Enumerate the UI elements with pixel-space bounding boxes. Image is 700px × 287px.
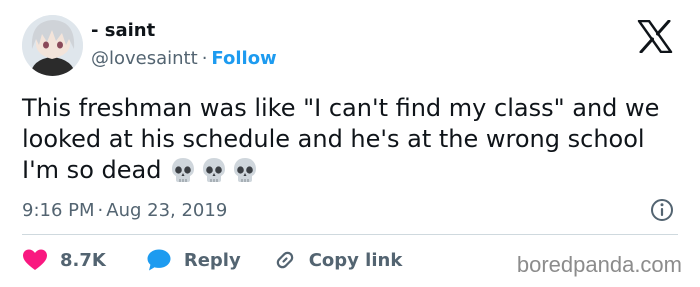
avatar[interactable]	[22, 15, 83, 76]
author-handle[interactable]: @lovesaintt	[91, 48, 198, 69]
tweet-date: Aug 23, 2019	[106, 200, 228, 221]
tweet-body: This freshman was like "I can't find my …	[22, 94, 660, 184]
divider	[22, 234, 678, 235]
author-handle-row: @lovesaintt · Follow	[91, 48, 277, 69]
action-bar: 8.7K Reply Copy link	[22, 245, 402, 275]
author-display-name[interactable]: - saint	[91, 20, 155, 41]
skull-emoji	[234, 158, 257, 182]
timestamp-separator: ·	[97, 200, 104, 221]
handle-separator: ·	[201, 48, 208, 69]
reply-label: Reply	[183, 249, 241, 271]
reply-bubble-icon	[147, 249, 171, 271]
copy-link-label: Copy link	[308, 249, 403, 271]
copy-link-button[interactable]: Copy link	[273, 248, 403, 272]
like-button[interactable]: 8.7K	[22, 248, 106, 272]
skull-emoji	[203, 158, 226, 182]
info-icon[interactable]	[650, 198, 674, 222]
link-icon	[276, 251, 293, 269]
like-count: 8.7K	[60, 249, 106, 271]
skull-emoji-group	[169, 156, 262, 192]
tweet-timestamp[interactable]: 9:16 PM · Aug 23, 2019	[22, 200, 227, 221]
reply-button[interactable]: Reply	[146, 248, 241, 272]
heart-icon	[23, 249, 47, 270]
tweet-text: This freshman was like "I can't find my …	[22, 93, 682, 192]
tweet-time: 9:16 PM	[22, 200, 95, 221]
follow-button[interactable]: Follow	[211, 48, 276, 69]
skull-emoji	[172, 158, 195, 182]
watermark: boredpanda.com	[516, 252, 682, 277]
x-logo-icon[interactable]	[637, 19, 673, 54]
